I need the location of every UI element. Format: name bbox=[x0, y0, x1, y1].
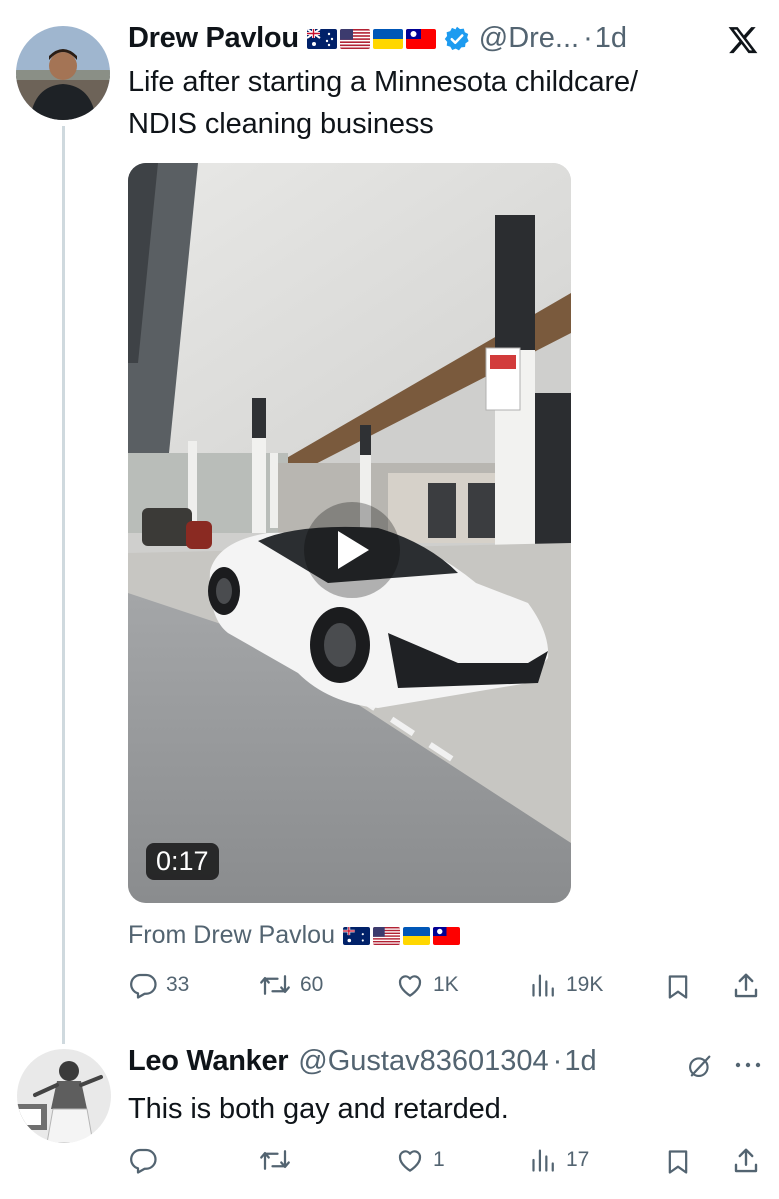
flag-list bbox=[306, 28, 439, 49]
bookmark-icon[interactable] bbox=[664, 1147, 692, 1177]
video-duration: 0:17 bbox=[146, 843, 219, 880]
reply-icon bbox=[128, 970, 158, 1000]
reply-action[interactable]: 33 bbox=[128, 970, 189, 1000]
thread-line bbox=[62, 126, 65, 1044]
taiwan-flag-icon bbox=[433, 926, 460, 945]
views-icon bbox=[530, 1145, 558, 1175]
reply-author-name[interactable]: Leo Wanker bbox=[128, 1045, 289, 1078]
reply-retweet-action[interactable] bbox=[258, 1145, 300, 1175]
from-flag-list bbox=[343, 926, 463, 945]
dot-separator: · bbox=[583, 22, 593, 54]
tweet-text: Life after starting a Minnesota childcar… bbox=[128, 61, 768, 145]
grok-icon[interactable] bbox=[686, 1052, 714, 1080]
reply-icon bbox=[128, 1145, 158, 1175]
like-icon bbox=[395, 970, 425, 1000]
views-count: 19K bbox=[566, 973, 604, 996]
author-avatar[interactable] bbox=[16, 26, 110, 120]
tweet-header: Drew Pavlou @Dre... · 1d bbox=[128, 22, 627, 55]
reply-like-action[interactable]: 1 bbox=[395, 1145, 445, 1175]
reply-author-handle[interactable]: @Gustav83601304 bbox=[298, 1045, 548, 1078]
more-icon[interactable] bbox=[733, 1054, 763, 1076]
author-handle[interactable]: @Dre... bbox=[479, 22, 579, 55]
from-attribution: From Drew Pavlou bbox=[128, 921, 463, 950]
author-name[interactable]: Drew Pavlou bbox=[128, 22, 299, 55]
bookmark-icon[interactable] bbox=[664, 972, 692, 1002]
retweet-icon bbox=[258, 970, 292, 1000]
taiwan-flag-icon bbox=[405, 28, 436, 49]
reply-dot-separator: · bbox=[552, 1045, 563, 1077]
like-action[interactable]: 1K bbox=[395, 970, 459, 1000]
share-icon[interactable] bbox=[731, 1145, 761, 1177]
reply-author-avatar[interactable] bbox=[17, 1049, 111, 1143]
tweet-text-line-1: Life after starting a Minnesota childcar… bbox=[128, 66, 639, 98]
from-label[interactable]: From Drew Pavlou bbox=[128, 921, 335, 950]
share-icon[interactable] bbox=[731, 970, 761, 1002]
x-logo-icon[interactable] bbox=[726, 24, 760, 56]
views-action[interactable]: 19K bbox=[530, 970, 603, 1000]
retweet-icon bbox=[258, 1145, 292, 1175]
usa-flag-icon bbox=[339, 28, 370, 49]
australia-flag-icon bbox=[343, 926, 370, 945]
reply-header: Leo Wanker @Gustav83601304 · 1d bbox=[128, 1045, 597, 1078]
ukraine-flag-icon bbox=[372, 28, 403, 49]
reply-count: 33 bbox=[166, 973, 190, 996]
like-icon bbox=[395, 1145, 425, 1175]
retweet-count: 60 bbox=[300, 973, 324, 996]
reply-reply-action[interactable] bbox=[128, 1145, 166, 1175]
play-button[interactable] bbox=[304, 502, 400, 598]
ukraine-flag-icon bbox=[403, 926, 430, 945]
reply-views-action[interactable]: 17 bbox=[530, 1145, 589, 1175]
views-icon bbox=[530, 970, 558, 1000]
reply-timestamp[interactable]: 1d bbox=[564, 1045, 596, 1078]
australia-flag-icon bbox=[306, 28, 337, 49]
reply-text: This is both gay and retarded. bbox=[128, 1093, 509, 1125]
usa-flag-icon bbox=[373, 926, 400, 945]
reply-views-count: 17 bbox=[566, 1148, 590, 1171]
reply-like-count: 1 bbox=[433, 1148, 445, 1171]
like-count: 1K bbox=[433, 973, 459, 996]
retweet-action[interactable]: 60 bbox=[258, 970, 323, 1000]
tweet-text-line-2: NDIS cleaning business bbox=[128, 108, 434, 140]
verified-badge-icon bbox=[443, 25, 471, 53]
timestamp[interactable]: 1d bbox=[595, 22, 627, 55]
